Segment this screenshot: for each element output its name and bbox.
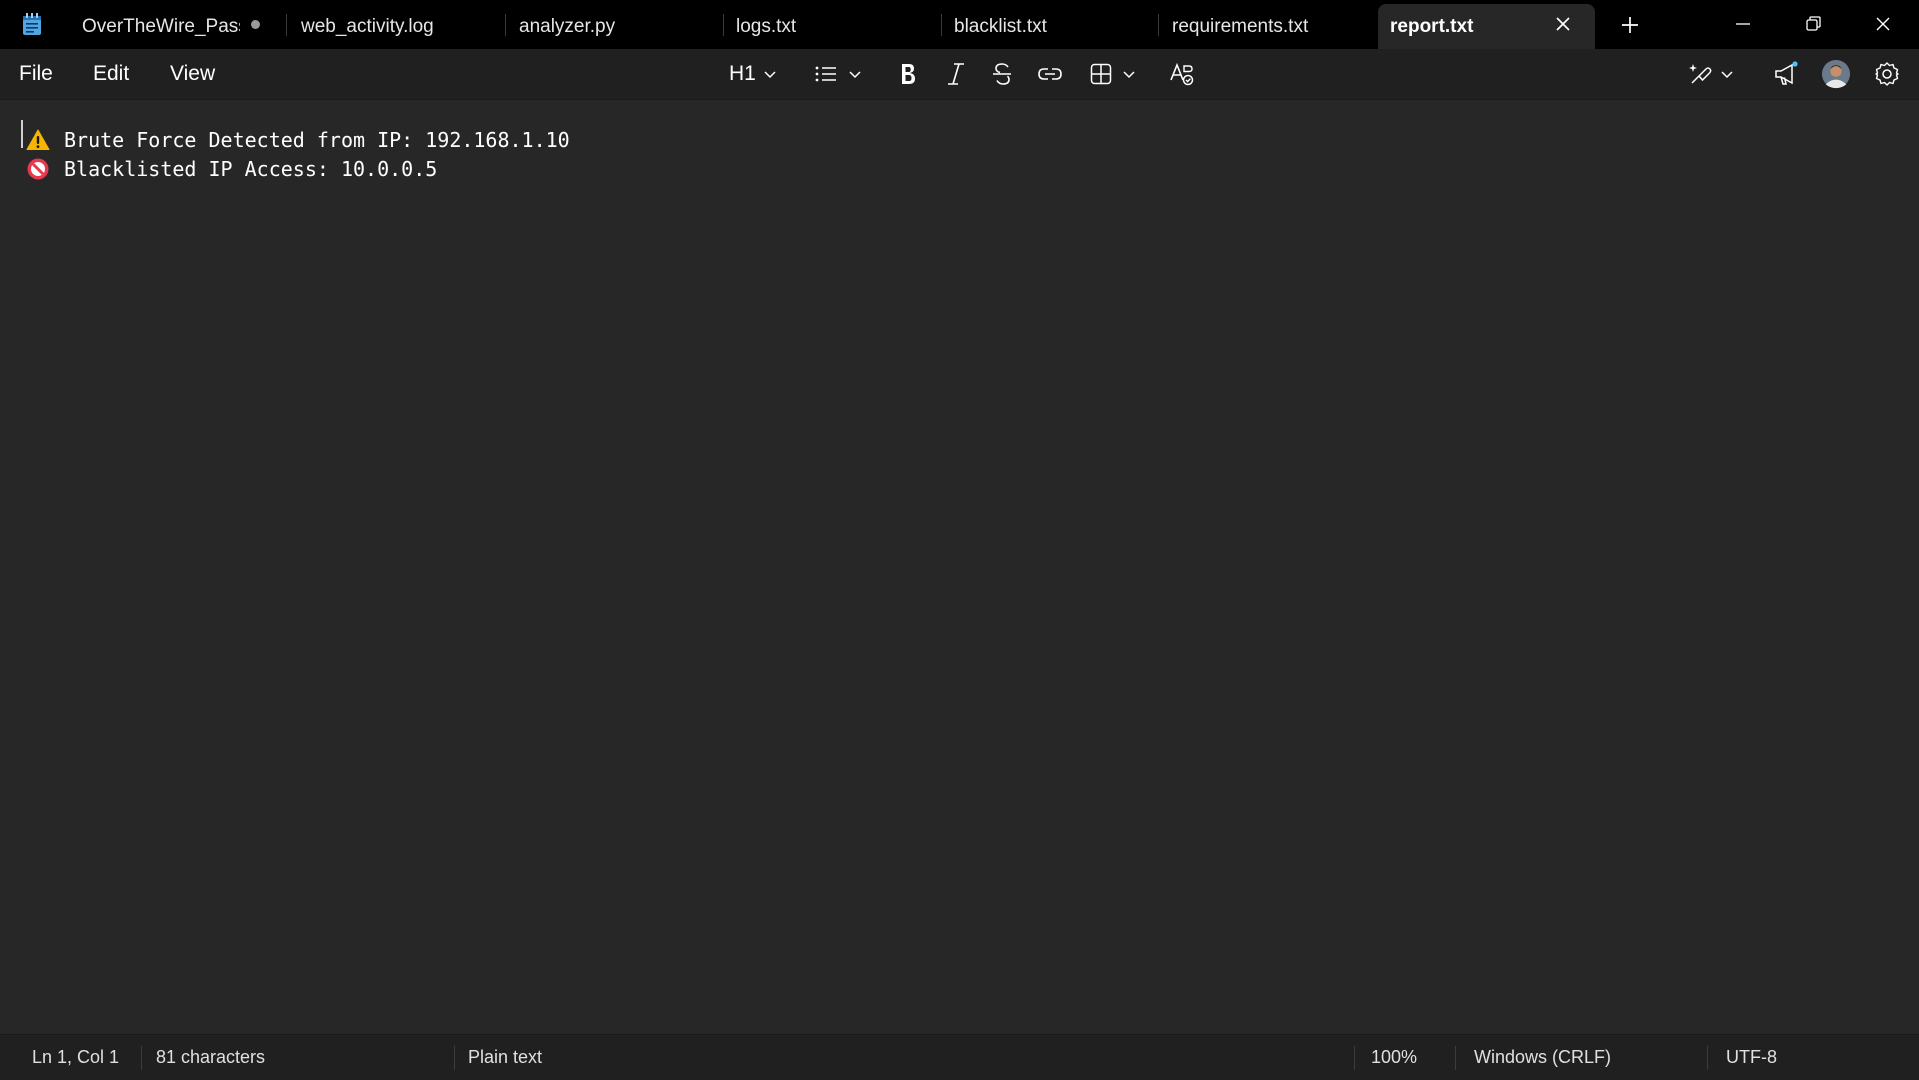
line-text: Blacklisted IP Access: 10.0.0.5 [64, 156, 438, 181]
list-dropdown[interactable] [813, 59, 863, 89]
menu-edit[interactable]: Edit [93, 49, 129, 99]
tab-analyzer-py[interactable]: analyzer.py [507, 4, 707, 49]
copilot-icon [1689, 64, 1712, 84]
tab-blacklist-txt[interactable]: blacklist.txt [942, 4, 1142, 49]
editor-line-2: Blacklisted IP Access: 10.0.0.5 [26, 154, 437, 183]
chevron-down-icon [764, 71, 776, 79]
spellcheck-icon[interactable] [1168, 59, 1196, 89]
table-dropdown[interactable] [1089, 59, 1137, 89]
chevron-down-icon [1721, 71, 1733, 79]
chevron-down-icon [1123, 71, 1135, 79]
encoding[interactable]: UTF-8 [1726, 1035, 1777, 1080]
tab-label: analyzer.py [519, 16, 616, 37]
menu-file[interactable]: File [19, 49, 53, 99]
bold-icon[interactable] [895, 59, 921, 89]
tab-overthewire-pass[interactable]: OverTheWire_Pass [70, 4, 240, 49]
status-bar: Ln 1, Col 1 81 characters Plain text 100… [0, 1034, 1919, 1080]
menu-view[interactable]: View [170, 49, 215, 99]
editor-area[interactable]: Brute Force Detected from IP: 192.168.1.… [0, 100, 1919, 1034]
gear-icon[interactable] [1873, 59, 1901, 89]
tab-label: report.txt [1390, 16, 1474, 37]
tab-label: web_activity.log [301, 16, 434, 37]
tab-separator [505, 14, 506, 36]
status-separator [1707, 1046, 1708, 1070]
editor-line-1: Brute Force Detected from IP: 192.168.1.… [26, 125, 570, 154]
tab-separator [1158, 14, 1159, 36]
megaphone-icon[interactable] [1772, 59, 1800, 89]
chevron-down-icon [849, 71, 861, 79]
copilot-dropdown[interactable] [1687, 59, 1735, 89]
menu-toolbar: File Edit View H1 [0, 49, 1919, 100]
status-separator [454, 1046, 455, 1070]
file-format[interactable]: Plain text [468, 1035, 542, 1080]
table-icon [1090, 63, 1112, 85]
status-separator [1354, 1046, 1355, 1070]
tab-label: blacklist.txt [954, 16, 1047, 37]
zoom-level[interactable]: 100% [1371, 1035, 1417, 1080]
title-bar: OverTheWire_Pass web_activity.log analyz… [0, 0, 1919, 49]
tab-label: logs.txt [736, 16, 797, 37]
cursor-position[interactable]: Ln 1, Col 1 [32, 1035, 119, 1080]
minimize-icon[interactable] [1729, 10, 1757, 38]
heading-dropdown[interactable]: H1 [729, 59, 778, 89]
tab-separator [286, 14, 287, 36]
character-count: 81 characters [156, 1047, 266, 1067]
tab-web-activity-log[interactable]: web_activity.log [289, 4, 489, 49]
tab-requirements-txt[interactable]: requirements.txt [1160, 4, 1370, 49]
status-separator [1455, 1046, 1456, 1070]
link-icon[interactable] [1036, 59, 1064, 89]
line-ending[interactable]: Windows (CRLF) [1474, 1035, 1611, 1080]
text-caret [21, 120, 23, 148]
avatar[interactable] [1820, 59, 1852, 89]
strikethrough-icon[interactable] [989, 59, 1015, 89]
tab-label: OverTheWire_Pass [82, 16, 240, 37]
restore-icon[interactable] [1799, 10, 1827, 38]
line-text: Brute Force Detected from IP: 192.168.1.… [64, 127, 570, 152]
list-icon [815, 66, 836, 82]
close-tab-icon[interactable] [1551, 12, 1575, 36]
heading-label: H1 [729, 62, 756, 85]
close-window-icon[interactable] [1869, 10, 1897, 38]
prohibited-icon [27, 158, 49, 179]
notepad-app-icon [23, 13, 41, 35]
new-tab-icon[interactable] [1617, 12, 1643, 38]
tab-label: requirements.txt [1172, 16, 1309, 37]
tab-logs-txt[interactable]: logs.txt [724, 4, 924, 49]
italic-icon[interactable] [943, 59, 969, 89]
warning-icon [26, 129, 50, 150]
status-separator [141, 1046, 142, 1070]
unsaved-dot-icon [251, 20, 260, 29]
